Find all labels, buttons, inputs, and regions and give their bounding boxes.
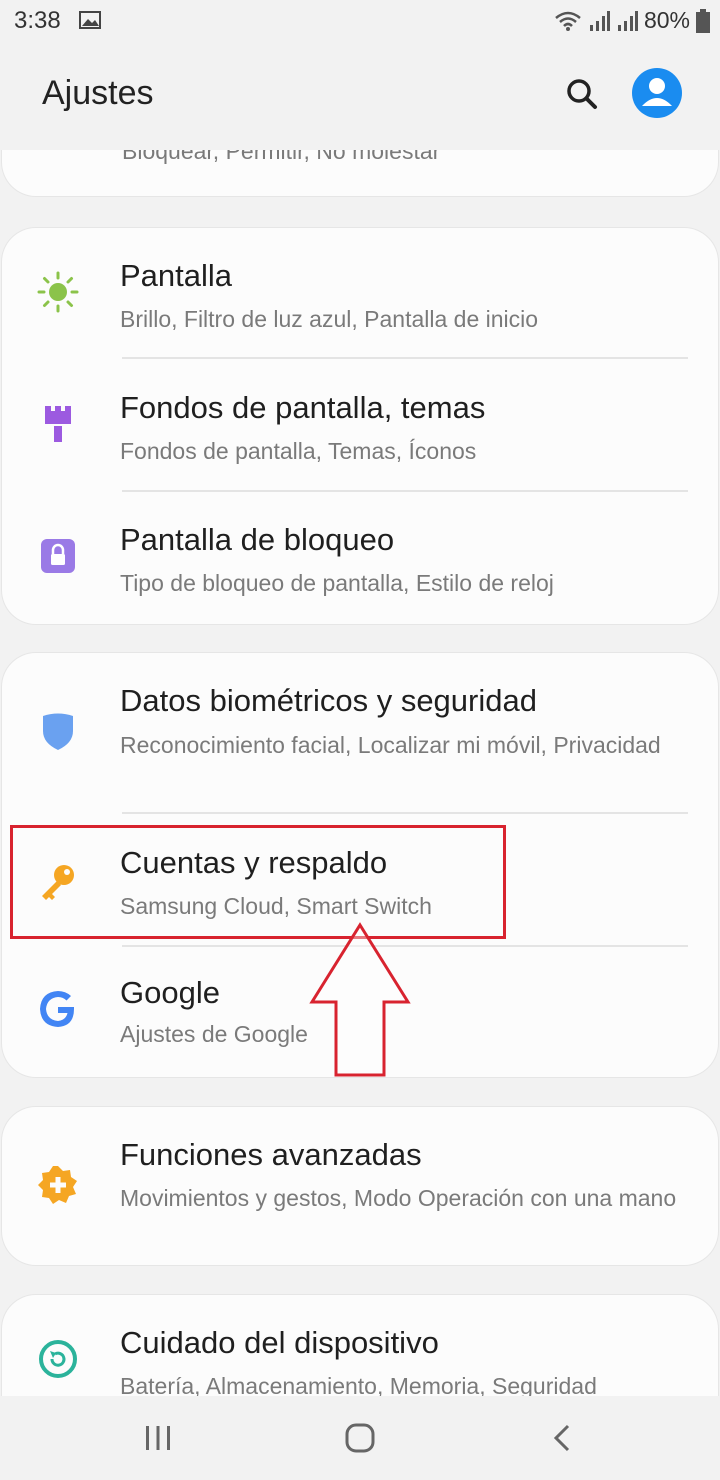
google-icon: [36, 987, 80, 1031]
settings-item-cuidado[interactable]: Cuidado del dispositivo Batería, Almacen…: [2, 1295, 718, 1396]
partial-list-item[interactable]: Bloquear, Permitir, No molestar: [2, 150, 718, 196]
status-bar: 3:38 80%: [0, 0, 720, 44]
settings-item-pantalla[interactable]: Pantalla Brillo, Filtro de luz azul, Pan…: [2, 228, 718, 360]
divider: [122, 812, 688, 814]
app-header: Ajustes: [0, 44, 720, 144]
person-icon: [642, 78, 672, 106]
row-title: Datos biométricos y seguridad: [120, 683, 537, 718]
settings-group-display: Pantalla Brillo, Filtro de luz azul, Pan…: [2, 228, 718, 624]
row-subtitle: Tipo de bloqueo de pantalla, Estilo de r…: [120, 570, 554, 596]
settings-item-fondos[interactable]: Fondos de pantalla, temas Fondos de pant…: [2, 360, 718, 492]
wifi-icon: [555, 11, 581, 31]
navigation-bar: [0, 1396, 720, 1480]
row-subtitle: Brillo, Filtro de luz azul, Pantalla de …: [120, 306, 539, 332]
sun-icon: [36, 270, 80, 314]
signal-icon: [617, 10, 638, 31]
row-subtitle: Reconocimiento facial, Localizar mi móvi…: [120, 732, 661, 758]
row-title: Cuidado del dispositivo: [120, 1325, 439, 1360]
device-care-icon: [36, 1337, 80, 1381]
row-title: Pantalla: [120, 258, 233, 293]
row-title: Funciones avanzadas: [120, 1137, 422, 1172]
paint-brush-icon: [36, 402, 80, 446]
lock-icon: [36, 534, 80, 578]
row-subtitle: Batería, Almacenamiento, Memoria, Seguri…: [120, 1373, 597, 1396]
settings-group-advanced: Funciones avanzadas Movimientos y gestos…: [2, 1107, 718, 1265]
settings-item-bloqueo[interactable]: Pantalla de bloqueo Tipo de bloqueo de p…: [2, 492, 718, 624]
home-icon[interactable]: [338, 1416, 382, 1460]
signal-icon: [589, 10, 610, 31]
up-arrow-annotation: [309, 922, 411, 1077]
status-icons: 80%: [554, 7, 710, 34]
search-icon[interactable]: [560, 72, 604, 116]
settings-list[interactable]: Bloquear, Permitir, No molestar Pantalla…: [0, 150, 720, 1396]
recents-icon[interactable]: [136, 1416, 180, 1460]
gear-plus-icon: [36, 1163, 80, 1207]
shield-icon: [36, 709, 80, 753]
gallery-icon: [79, 11, 101, 29]
battery-icon: [696, 8, 710, 33]
row-title: Fondos de pantalla, temas: [120, 390, 486, 425]
row-subtitle: Movimientos y gestos, Modo Operación con…: [120, 1185, 677, 1211]
divider: [122, 357, 688, 359]
row-title: Pantalla de bloqueo: [120, 522, 395, 557]
back-icon[interactable]: [540, 1416, 584, 1460]
settings-screen: 3:38 80% Ajustes Bloquear, Permitir, No …: [0, 0, 720, 1480]
partial-settings-card: Bloquear, Permitir, No molestar: [2, 150, 718, 196]
settings-group-device-care: Cuidado del dispositivo Batería, Almacen…: [2, 1295, 718, 1396]
row-subtitle: Bloquear, Permitir, No molestar: [122, 150, 441, 164]
battery-percent: 80%: [643, 7, 690, 33]
settings-item-funciones[interactable]: Funciones avanzadas Movimientos y gestos…: [2, 1107, 718, 1265]
row-title: Google: [120, 975, 220, 1010]
row-subtitle: Fondos de pantalla, Temas, Íconos: [120, 438, 477, 464]
page-title: Ajustes: [42, 74, 154, 112]
account-icon[interactable]: [632, 68, 682, 118]
status-time: 3:38: [14, 7, 61, 34]
settings-item-biometricos[interactable]: Datos biométricos y seguridad Reconocimi…: [2, 653, 718, 815]
highlight-box: [10, 825, 506, 939]
